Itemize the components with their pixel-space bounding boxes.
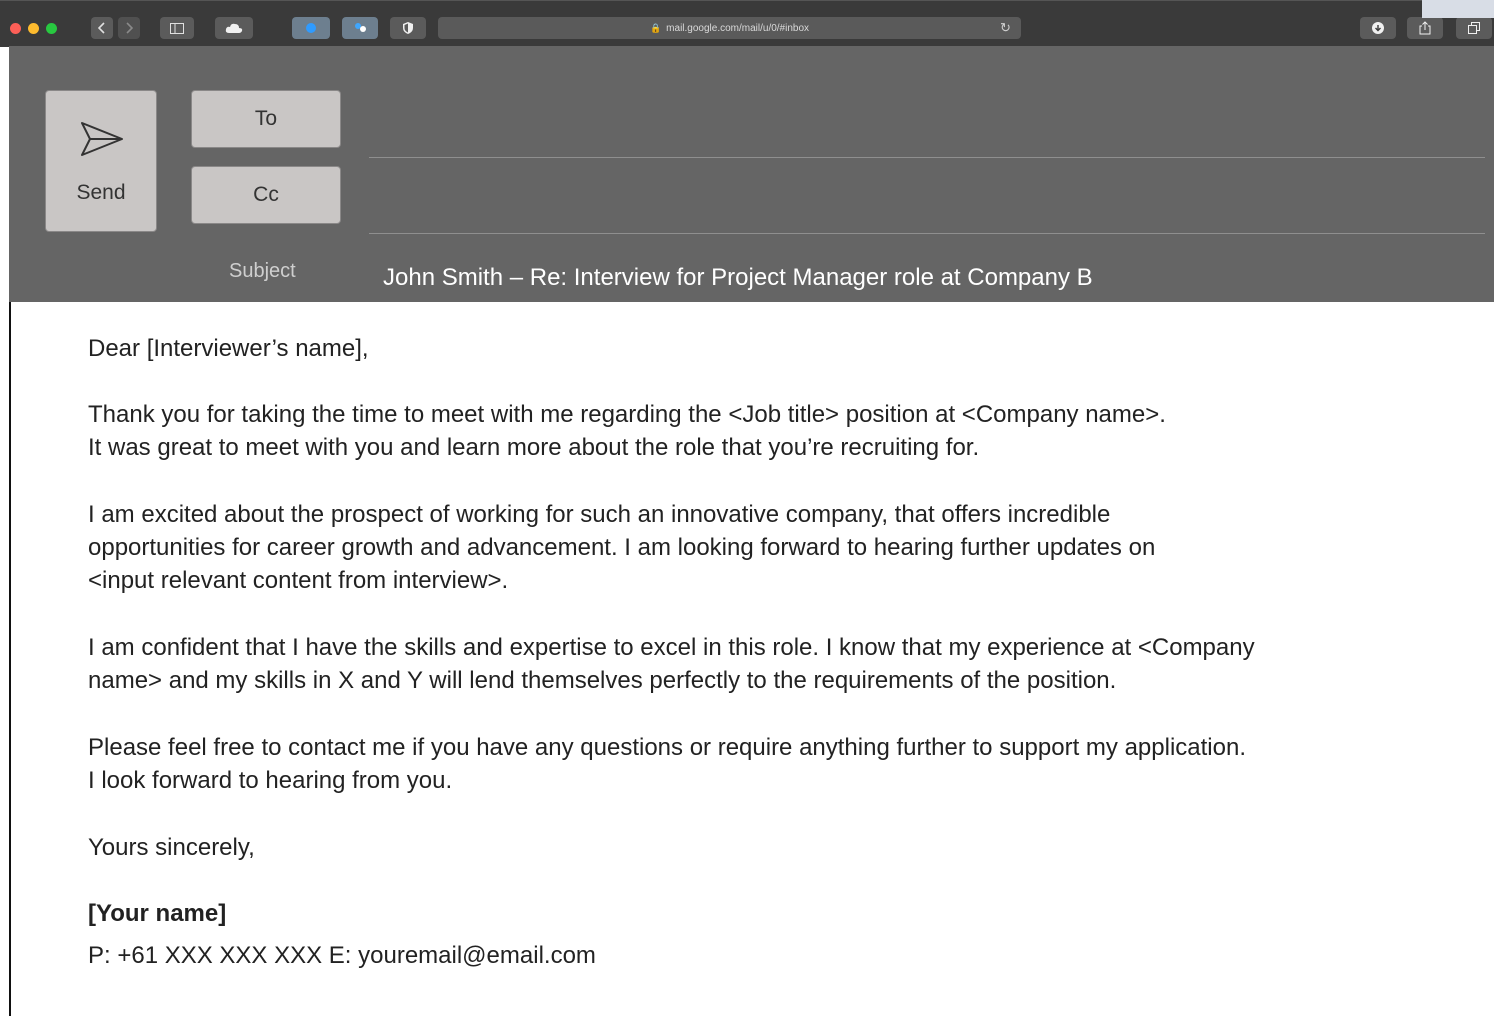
body-left-border	[9, 302, 11, 1016]
paragraph-3-line-2: name> and my skills in X and Y will lend…	[88, 667, 1117, 694]
cc-button[interactable]: Cc	[191, 166, 341, 224]
reload-button[interactable]: ↻	[1000, 17, 1011, 39]
download-icon	[1372, 22, 1384, 34]
paragraph-1-line-1: Thank you for taking the time to meet wi…	[88, 401, 1166, 428]
icloud-button[interactable]	[215, 17, 253, 39]
sidebar-icon	[170, 22, 184, 34]
url-text: mail.google.com/mail/u/0/#inbox	[666, 22, 810, 34]
send-button[interactable]: Send	[45, 90, 157, 232]
downloads-button[interactable]	[1360, 17, 1396, 39]
chevron-right-icon	[126, 22, 133, 34]
closing: Yours sincerely,	[88, 834, 255, 861]
tabs-icon	[1468, 22, 1480, 34]
cc-field[interactable]	[369, 233, 1485, 234]
people-icon	[355, 23, 366, 32]
subject-field[interactable]: John Smith – Re: Interview for Project M…	[383, 264, 1093, 292]
minimize-window-button[interactable]	[28, 23, 39, 34]
tab-overview-button[interactable]	[1456, 17, 1492, 39]
paragraph-2-line-1: I am excited about the prospect of worki…	[88, 501, 1111, 528]
reload-icon: ↻	[1000, 20, 1011, 35]
privacy-button[interactable]	[390, 17, 426, 39]
signature-contact: P: +61 XXX XXX XXX E: youremail@email.co…	[88, 942, 596, 969]
paragraph-3-line-1: I am confident that I have the skills an…	[88, 634, 1255, 661]
share-button[interactable]	[1407, 17, 1443, 39]
to-field[interactable]	[369, 157, 1485, 158]
extension-icon	[306, 23, 316, 33]
share-icon	[1419, 21, 1431, 35]
zoom-window-button[interactable]	[46, 23, 57, 34]
send-icon	[81, 122, 123, 156]
lock-icon: 🔒	[649, 22, 662, 33]
chevron-left-icon	[98, 22, 105, 34]
extension-button-2[interactable]	[342, 17, 378, 39]
paragraph-4-line-2: I look forward to hearing from you.	[88, 767, 453, 794]
subject-label: Subject	[229, 260, 296, 282]
extension-button-1[interactable]	[292, 17, 330, 39]
to-button[interactable]: To	[191, 90, 341, 148]
window-corner	[1422, 0, 1494, 18]
send-label: Send	[76, 181, 126, 204]
greeting: Dear [Interviewer’s name],	[88, 335, 369, 362]
paragraph-2-line-2: opportunities for career growth and adva…	[88, 534, 1156, 561]
browser-toolbar: 🔒 mail.google.com/mail/u/0/#inbox ↻	[0, 0, 1494, 47]
shield-icon	[403, 22, 413, 34]
sidebar-toggle-button[interactable]	[160, 17, 194, 39]
url-bar[interactable]: 🔒 mail.google.com/mail/u/0/#inbox	[438, 17, 1021, 39]
forward-button[interactable]	[118, 17, 140, 39]
cloud-icon	[225, 23, 243, 33]
paragraph-2-line-3: <input relevant content from interview>.	[88, 567, 509, 594]
signature-name: [Your name]	[88, 900, 227, 927]
back-button[interactable]	[91, 17, 113, 39]
paragraph-1-line-2: It was great to meet with you and learn …	[88, 434, 980, 461]
paragraph-4-line-1: Please feel free to contact me if you ha…	[88, 734, 1246, 761]
compose-header: Send To Cc Subject John Smith – Re: Inte…	[9, 46, 1494, 302]
close-window-button[interactable]	[10, 23, 21, 34]
